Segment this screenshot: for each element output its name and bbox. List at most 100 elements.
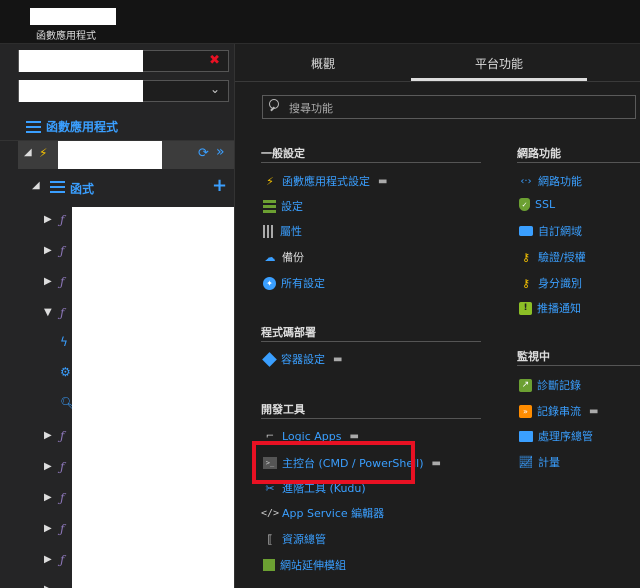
item-identity[interactable]: ⚷ 身分識別	[519, 275, 582, 291]
tree-collapse-icon[interactable]: ▼	[44, 307, 52, 318]
divider	[261, 162, 481, 163]
feature-search-input[interactable]: 搜尋功能	[262, 95, 636, 119]
item-label: 處理序總管	[538, 430, 593, 443]
section-title-networking: 網路功能	[517, 147, 561, 160]
item-push-notifications[interactable]: ! 推播通知	[519, 300, 581, 316]
divider	[261, 341, 481, 342]
domain-icon	[519, 226, 533, 236]
divider	[517, 162, 640, 163]
item-label: 設定	[281, 200, 303, 213]
tree-expand-icon[interactable]: ▶	[44, 461, 52, 472]
item-label: 函數應用程式設定	[282, 175, 370, 188]
tree-expand-icon[interactable]: ▶	[44, 492, 52, 503]
log-stream-icon: »	[519, 404, 532, 418]
item-log-stream[interactable]: » 記錄串流 ▬	[519, 403, 598, 419]
item-configuration[interactable]: 設定	[263, 198, 303, 214]
section-title-code-deployment: 程式碼部署	[261, 326, 316, 339]
item-authentication[interactable]: ⚷ 驗證/授權	[519, 249, 586, 265]
active-tab-indicator	[411, 78, 587, 81]
redacted-app-name	[30, 8, 116, 25]
divider	[517, 365, 640, 366]
double-chevron-icon[interactable]: »	[216, 144, 225, 160]
item-label: 記錄串流	[537, 405, 581, 418]
item-label: App Service 編輯器	[282, 507, 385, 520]
item-label: 診斷記錄	[537, 379, 581, 392]
tree-expand-icon[interactable]: ▶	[44, 214, 52, 225]
item-backup[interactable]: ☁ 備份	[263, 249, 305, 265]
item-process-explorer[interactable]: 處理序總管	[519, 428, 593, 444]
divider	[261, 418, 481, 419]
code-icon: </>	[260, 507, 280, 519]
function-icon: ƒ	[60, 522, 65, 536]
function-icon: ƒ	[60, 275, 65, 289]
item-properties[interactable]: 屬性	[263, 223, 302, 239]
list-icon	[50, 180, 65, 194]
top-bar: 函數應用程式	[0, 0, 640, 44]
item-networking[interactable]: ‹·› 網路功能	[519, 173, 582, 189]
item-site-extensions[interactable]: 網站延伸模組	[263, 557, 346, 573]
redacted-dropdown-value	[19, 80, 143, 102]
item-metrics[interactable]: 📈︎ 計量	[518, 454, 560, 470]
item-container-settings[interactable]: 容器設定 ▬	[262, 351, 342, 367]
selected-function-app[interactable]: ◢ ⚡ ⟳ »	[18, 141, 234, 169]
item-label: 自訂網域	[538, 225, 582, 238]
function-apps-title: 函數應用程式	[46, 120, 119, 134]
subscription-dropdown[interactable]: ⌄	[18, 80, 229, 102]
item-label: 所有設定	[281, 277, 325, 290]
item-function-app-settings[interactable]: ⚡ 函數應用程式設定 ▬	[263, 173, 387, 189]
search-placeholder: 搜尋功能	[289, 102, 333, 115]
pin-icon[interactable]: ▬	[432, 458, 441, 469]
item-label: 備份	[282, 251, 304, 264]
item-app-service-editor[interactable]: </> App Service 編輯器	[260, 505, 385, 521]
tree-expand-icon[interactable]: ▶	[44, 430, 52, 441]
main-panel: 概觀 平台功能 搜尋功能 一般設定 ⚡ 函數應用程式設定 ▬ 設定 屬性 ☁ 備份…	[234, 44, 640, 588]
pin-icon[interactable]: ▬	[378, 176, 387, 187]
tree-expand-icon[interactable]: ▶	[44, 523, 52, 534]
item-label: SSL	[535, 198, 556, 211]
item-ssl[interactable]: ✓ SSL	[519, 198, 555, 211]
expand-arrow-icon[interactable]: ◢	[24, 147, 32, 158]
item-label: 容器設定	[281, 353, 325, 366]
redacted-function-names	[72, 207, 234, 588]
add-function-icon[interactable]: +	[212, 175, 227, 196]
tab-platform-features[interactable]: 平台功能	[475, 55, 523, 72]
pin-icon[interactable]: ▬	[589, 406, 598, 417]
gear-icon[interactable]: ⚙	[60, 365, 71, 379]
subscription-filter-field[interactable]: ✖	[18, 50, 229, 72]
tab-overview[interactable]: 概觀	[311, 55, 335, 72]
bolt-icon[interactable]: ϟ	[60, 335, 68, 349]
tab-bar: 概觀 平台功能	[235, 44, 640, 82]
metrics-icon: 📈︎	[518, 455, 534, 469]
function-icon: ƒ	[60, 429, 65, 443]
functions-label: 函式	[70, 182, 95, 196]
tree-expand-icon[interactable]: ▶	[44, 276, 52, 287]
item-resource-explorer[interactable]: ⟦ 資源總管	[263, 531, 326, 547]
function-apps-header[interactable]: 函數應用程式	[26, 118, 118, 135]
item-label: 網站延伸模組	[280, 559, 346, 572]
process-explorer-icon	[519, 430, 533, 442]
close-icon[interactable]: ✖	[209, 53, 220, 68]
auth-key-icon: ⚷	[521, 250, 531, 264]
tree-expand-icon[interactable]: ▶	[44, 554, 52, 565]
function-icon: ƒ	[60, 306, 65, 320]
tree-expand-icon[interactable]: ▶	[44, 245, 52, 256]
chevron-down-icon: ⌄	[209, 82, 220, 96]
identity-key-icon: ⚷	[521, 276, 531, 290]
pin-icon[interactable]: ▬	[333, 354, 342, 365]
item-all-settings[interactable]: ✦ 所有設定	[263, 275, 325, 291]
item-custom-domains[interactable]: 自訂網域	[519, 223, 582, 239]
item-label: 計量	[538, 456, 560, 469]
item-label: 驗證/授權	[538, 251, 586, 264]
item-label: 屬性	[280, 225, 302, 238]
expand-arrow-icon[interactable]: ◢	[32, 180, 40, 191]
properties-icon	[263, 224, 275, 238]
function-icon: ƒ	[60, 244, 65, 258]
refresh-icon[interactable]: ⟳	[198, 146, 209, 161]
functions-node[interactable]: ◢ 函式 +	[32, 175, 232, 198]
item-diagnostic-logs[interactable]: ↗ 診斷記錄	[519, 377, 581, 393]
tree-expand-icon[interactable]: ▶	[44, 584, 52, 588]
ssl-icon: ✓	[519, 198, 530, 211]
section-title-dev-tools: 開發工具	[261, 403, 305, 416]
item-label: 資源總管	[282, 533, 326, 546]
pin-icon[interactable]: ▬	[349, 431, 358, 442]
